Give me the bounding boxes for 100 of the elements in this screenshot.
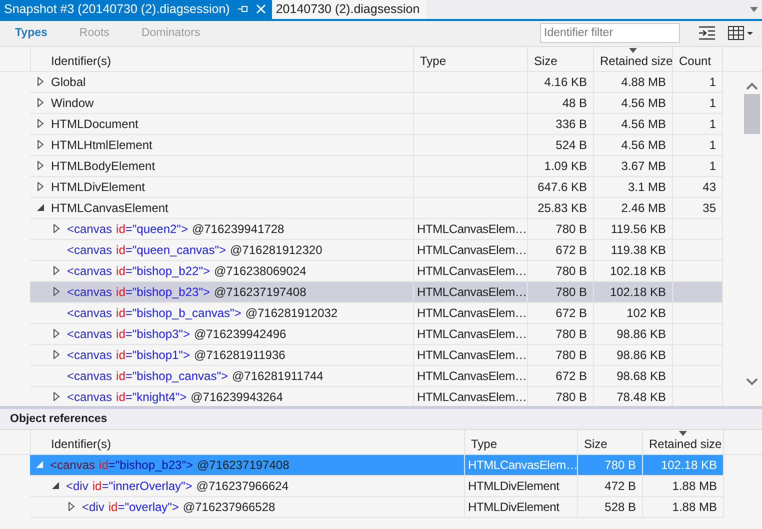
document-tab[interactable]: 20140730 (2).diagsession [272, 0, 426, 19]
retained-size-cell: 2.46 MB [621, 200, 666, 215]
type-name: HTMLBodyElement [51, 158, 156, 173]
column-header[interactable]: Identifier(s) [30, 430, 465, 454]
close-icon[interactable] [256, 4, 266, 14]
collapsed-arrow-icon[interactable] [52, 266, 61, 276]
tree-row[interactable]: <div id="innerOverlay"> @716237966624 HTMLDivElement 472 B 1.88 MB [30, 476, 724, 497]
size-cell: 524 B [556, 138, 587, 152]
tree-row[interactable]: <canvas id="bishop_b23"> @716237197408 HTMLCanvasElem… 780 B 102.18 KB [30, 454, 724, 476]
retained-size-cell: 102.18 KB [610, 284, 666, 299]
column-header[interactable]: Type [465, 430, 578, 454]
object-identifier: <canvas id="bishop_b_canvas"> @716281912032 [67, 306, 338, 320]
scroll-up-icon[interactable] [746, 82, 758, 90]
tree-row[interactable]: HTMLDivElement 647.6 KB 3.1 MB 43 [30, 176, 723, 198]
size-cell: 528 B [604, 500, 636, 514]
count-cell: 1 [709, 158, 716, 173]
type-cell: HTMLCanvasElem… [417, 368, 527, 383]
count-cell: 1 [709, 116, 716, 131]
collapsed-arrow-icon[interactable] [52, 392, 61, 402]
scrollbar-thumb[interactable] [744, 94, 760, 134]
size-cell: 647.6 KB [538, 180, 587, 194]
object-identifier: <canvas id="bishop_b23"> @716237197408 [67, 284, 306, 299]
tree-row[interactable]: HTMLBodyElement 1.09 KB 3.67 MB 1 [30, 156, 723, 177]
view-tab[interactable]: Types [15, 27, 48, 40]
collapsed-arrow-icon[interactable] [36, 119, 45, 128]
retained-size-cell: 4.56 MB [621, 138, 666, 152]
type-name: Global [51, 74, 86, 89]
column-header[interactable]: Size [528, 46, 594, 71]
retained-size-cell: 102.18 KB [610, 264, 666, 278]
collapsed-arrow-icon[interactable] [52, 287, 61, 296]
tree-row[interactable]: HTMLDocument 336 B 4.56 MB 1 [30, 114, 723, 135]
object-identifier: <canvas id="bishop3"> @716239942496 [67, 326, 286, 341]
size-cell: 1.09 KB [544, 158, 587, 173]
dropdown-arrow-icon[interactable] [750, 6, 758, 12]
column-header[interactable]: Type [414, 46, 528, 71]
retained-size-cell: 98.86 KB [616, 326, 666, 341]
tree-row[interactable]: <canvas id="queen_canvas"> @716281912320 HTMLCanvasElem… 672 B 119.38 KB [30, 240, 723, 261]
count-cell: 43 [702, 180, 716, 194]
tree-row[interactable]: <canvas id="queen2"> @716239941728 HTMLCanvasElem… 780 B 119.56 KB [30, 218, 723, 240]
identifier-filter-field[interactable]: Identifier filter [540, 23, 680, 44]
collapsed-arrow-icon[interactable] [67, 502, 76, 512]
tree-row[interactable]: <canvas id="bishop_canvas"> @716281911744 HTMLCanvasElem… 672 B 98.68 KB [30, 366, 723, 387]
tree-row[interactable]: <canvas id="bishop_b_canvas"> @716281912032 HTMLCanvasElem… 672 B 102 KB [30, 302, 723, 324]
count-cell: 1 [709, 96, 716, 110]
tree-row[interactable]: <canvas id="bishop3"> @716239942496 HTMLCanvasElem… 780 B 98.86 KB [30, 324, 723, 345]
object-identifier: <div id="innerOverlay"> @716237966624 [66, 478, 289, 493]
size-cell: 672 B [556, 242, 587, 257]
count-cell: 1 [709, 74, 716, 89]
tree-row[interactable]: HTMLCanvasElement 25.83 KB 2.46 MB 35 [30, 198, 723, 219]
scroll-down-icon[interactable] [746, 378, 758, 386]
tree-row[interactable]: Global 4.16 KB 4.88 MB 1 [30, 72, 723, 93]
expanded-arrow-icon[interactable] [36, 203, 45, 212]
size-cell: 25.83 KB [538, 200, 587, 215]
pin-icon[interactable] [238, 5, 248, 14]
column-header[interactable]: Identifier(s) [30, 46, 414, 71]
collapsed-arrow-icon[interactable] [52, 329, 61, 338]
collapsed-arrow-icon[interactable] [36, 161, 45, 170]
size-cell: 780 B [604, 458, 636, 472]
collapsed-arrow-icon[interactable] [36, 140, 45, 150]
type-cell: HTMLCanvasElem… [417, 326, 527, 341]
document-tab[interactable]: Snapshot #3 (20140730 (2).diagsession) [0, 0, 272, 19]
object-identifier: <canvas id="bishop_b22"> @716238069024 [67, 264, 306, 278]
retained-size-cell: 1.88 MB [672, 478, 717, 493]
size-cell: 780 B [556, 348, 587, 362]
tree-row[interactable]: <div id="overlay"> @716237966528 HTMLDivElement 528 B 1.88 MB [30, 496, 724, 518]
tree-row[interactable]: <canvas id="bishop_b23"> @716237197408 HTMLCanvasElem… 780 B 102.18 KB [30, 282, 723, 303]
retained-size-cell: 4.56 MB [621, 116, 666, 131]
retained-size-cell: 3.1 MB [628, 180, 666, 194]
tree-row[interactable]: HTMLHtmlElement 524 B 4.56 MB 1 [30, 134, 723, 156]
type-cell: HTMLCanvasElem… [468, 458, 578, 472]
panel-title: Object references [10, 412, 108, 425]
retained-size-cell: 119.38 KB [610, 242, 666, 257]
column-header[interactable]: Retained size [594, 46, 673, 71]
expanded-arrow-icon[interactable] [51, 481, 60, 490]
object-identifier: <canvas id="knight4"> @716239943264 [67, 390, 283, 404]
type-cell: HTMLCanvasElem… [417, 242, 527, 257]
retained-size-cell: 98.68 KB [616, 368, 666, 383]
column-header[interactable]: Count [673, 46, 723, 71]
type-name: HTMLDivElement [51, 180, 146, 194]
size-cell: 672 B [556, 306, 587, 320]
column-header[interactable]: Retained size [643, 430, 724, 454]
collapsed-arrow-icon[interactable] [52, 350, 61, 360]
size-cell: 672 B [556, 368, 587, 383]
size-cell: 780 B [556, 390, 587, 404]
tree-row[interactable]: <canvas id="bishop1"> @716281911936 HTMLCanvasElem… 780 B 98.86 KB [30, 344, 723, 366]
size-cell: 4.16 KB [544, 74, 587, 89]
type-cell: HTMLCanvasElem… [417, 306, 527, 320]
tree-row[interactable]: Window 48 B 4.56 MB 1 [30, 92, 723, 114]
type-cell: HTMLCanvasElem… [417, 284, 527, 299]
column-header[interactable]: Size [578, 430, 643, 454]
retained-size-cell: 102 KB [626, 306, 666, 320]
collapsed-arrow-icon[interactable] [36, 182, 45, 192]
collapsed-arrow-icon[interactable] [52, 224, 61, 234]
collapse-icon[interactable] [698, 26, 716, 40]
object-identifier: <canvas id="bishop_b23"> @716237197408 [50, 458, 290, 472]
sort-arrow-icon [629, 48, 637, 53]
grid-columns-icon[interactable] [728, 26, 754, 40]
object-identifier: <canvas id="bishop1"> @716281911936 [67, 348, 286, 362]
collapsed-arrow-icon[interactable] [36, 77, 45, 86]
collapsed-arrow-icon[interactable] [36, 98, 45, 108]
